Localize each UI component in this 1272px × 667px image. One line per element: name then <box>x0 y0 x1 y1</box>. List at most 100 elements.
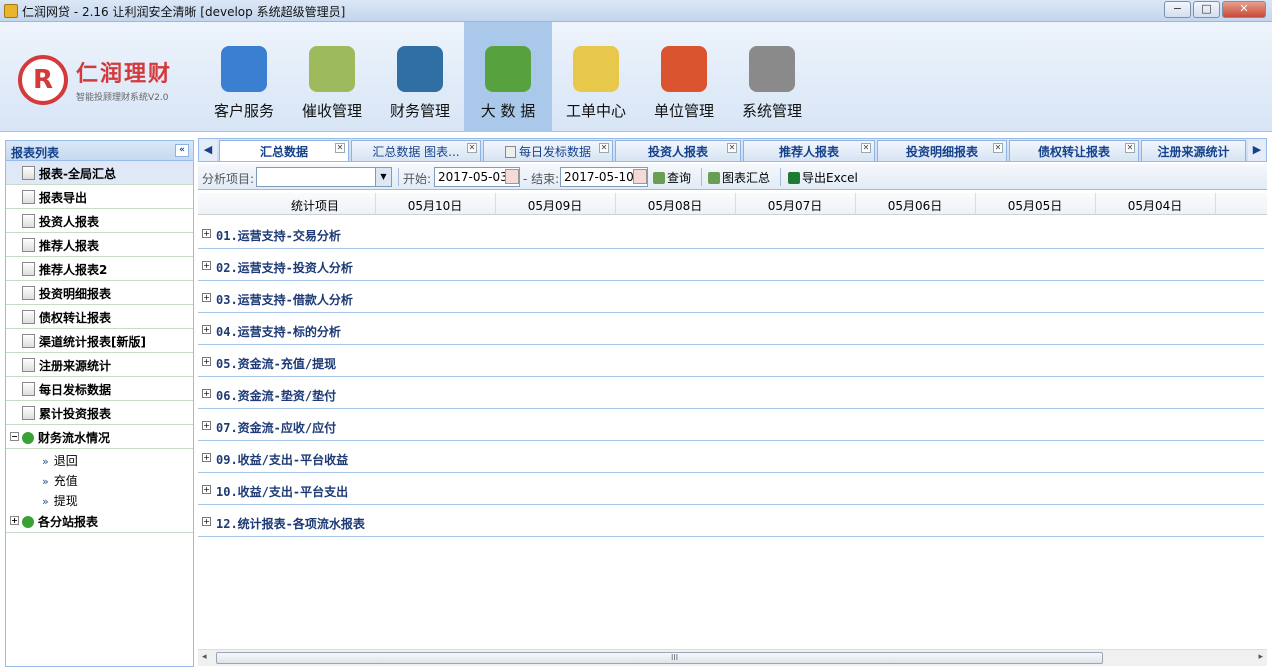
nav-item-6[interactable]: 系统管理 <box>728 22 816 132</box>
calendar-icon[interactable] <box>633 169 647 184</box>
search-icon <box>653 172 665 184</box>
column-header[interactable]: 05月06日 <box>855 197 975 214</box>
export-excel-label: 导出Excel <box>802 171 858 185</box>
column-header[interactable]: 05月10日 <box>375 197 495 214</box>
end-date-field[interactable]: 2017-05-10 <box>560 167 648 187</box>
nav-item-5[interactable]: 单位管理 <box>640 22 728 132</box>
column-header[interactable]: 05 <box>1215 197 1267 211</box>
tree-folder-branch-reports[interactable]: + 各分站报表 <box>6 509 193 533</box>
expand-icon[interactable]: + <box>202 325 211 334</box>
table-row[interactable]: +10.收益/支出-平台支出 <box>198 473 1264 505</box>
grip-icon: III <box>671 653 679 662</box>
double-arrow-icon: » <box>42 475 49 488</box>
report-doc-icon <box>22 214 35 228</box>
tree-item-report[interactable]: 累计投资报表 <box>6 401 193 425</box>
expand-icon[interactable]: + <box>202 453 211 462</box>
expand-icon[interactable]: + <box>202 293 211 302</box>
collapse-sidebar-button[interactable]: « <box>175 144 189 157</box>
tree-item-report[interactable]: 报表-全局汇总 <box>6 161 193 185</box>
table-row[interactable]: +04.运营支持-标的分析 <box>198 313 1264 345</box>
tab-report[interactable]: 汇总数据 图表... ✕ <box>351 140 481 161</box>
tree-item-report[interactable]: 每日发标数据 <box>6 377 193 401</box>
close-tab-icon[interactable]: ✕ <box>727 143 737 153</box>
tab-report[interactable]: 投资明细报表 ✕ <box>877 140 1007 161</box>
expand-icon[interactable]: + <box>202 421 211 430</box>
maximize-button[interactable]: □ <box>1193 1 1220 18</box>
tree-subitem[interactable]: » 提现 <box>6 489 193 509</box>
expand-icon[interactable]: + <box>202 261 211 270</box>
close-tab-icon[interactable]: ✕ <box>467 143 477 153</box>
nav-item-2[interactable]: 财务管理 <box>376 22 464 132</box>
scroll-left-icon[interactable]: ◂ <box>202 652 207 662</box>
tab-scroll-right-icon[interactable]: ▶ <box>1248 139 1266 161</box>
chart-summary-button[interactable]: 图表汇总 <box>708 169 770 186</box>
close-tab-icon[interactable]: ✕ <box>335 143 345 153</box>
table-row[interactable]: +02.运营支持-投资人分析 <box>198 249 1264 281</box>
expand-icon[interactable]: + <box>202 517 211 526</box>
expand-toggle-icon[interactable]: + <box>10 516 19 525</box>
horizontal-scrollbar[interactable]: ◂ III ▸ <box>198 649 1267 666</box>
tree-subitem[interactable]: » 退回 <box>6 449 193 469</box>
close-button[interactable]: ✕ <box>1222 1 1266 18</box>
tree-item-report[interactable]: 债权转让报表 <box>6 305 193 329</box>
start-date-field[interactable]: 2017-05-03 <box>434 167 520 187</box>
tab-report[interactable]: 每日发标数据 ✕ <box>483 140 613 161</box>
window-title: 仁润网贷 - 2.16 让利润安全清晰 [develop 系统超级管理员] <box>22 5 346 19</box>
column-header[interactable]: 05月07日 <box>735 197 855 214</box>
tab-label: 债权转让报表 <box>1037 145 1110 159</box>
nav-item-4[interactable]: 工单中心 <box>552 22 640 132</box>
table-row[interactable]: +03.运营支持-借款人分析 <box>198 281 1264 313</box>
column-header[interactable]: 05月08日 <box>615 197 735 214</box>
chevron-down-icon[interactable]: ▼ <box>375 168 391 186</box>
close-tab-icon[interactable]: ✕ <box>599 143 609 153</box>
nav-item-1[interactable]: 催收管理 <box>288 22 376 132</box>
close-tab-icon[interactable]: ✕ <box>993 143 1003 153</box>
expand-icon[interactable]: + <box>202 229 211 238</box>
close-tab-icon[interactable]: ✕ <box>861 143 871 153</box>
table-row[interactable]: +05.资金流-充值/提现 <box>198 345 1264 377</box>
export-excel-button[interactable]: 导出Excel <box>788 169 858 186</box>
table-row[interactable]: +07.资金流-应收/应付 <box>198 409 1264 441</box>
table-row[interactable]: +06.资金流-垫资/垫付 <box>198 377 1264 409</box>
expand-icon[interactable]: + <box>202 389 211 398</box>
scroll-right-icon[interactable]: ▸ <box>1258 652 1263 662</box>
collapse-toggle-icon[interactable]: − <box>10 432 19 441</box>
tree-folder-finance-flow[interactable]: − 财务流水情况 <box>6 425 193 449</box>
table-row[interactable]: +12.统计报表-各项流水报表 <box>198 505 1264 537</box>
table-row[interactable]: +01.运营支持-交易分析 <box>198 217 1264 249</box>
calendar-icon[interactable] <box>505 169 519 184</box>
column-header[interactable]: 统计项目 <box>255 197 375 214</box>
tree-item-report[interactable]: 投资明细报表 <box>6 281 193 305</box>
tree-item-label: 债权转让报表 <box>39 311 112 325</box>
nav-item-0[interactable]: 客户服务 <box>200 22 288 132</box>
logo-icon <box>18 55 68 105</box>
scrollbar-thumb[interactable]: III <box>216 652 1103 664</box>
tree-subitem[interactable]: » 充值 <box>6 469 193 489</box>
tab-report[interactable]: 债权转让报表 ✕ <box>1009 140 1139 161</box>
tree-item-report[interactable]: 注册来源统计 <box>6 353 193 377</box>
tree-item-report[interactable]: 推荐人报表2 <box>6 257 193 281</box>
tree-item-report[interactable]: 推荐人报表 <box>6 233 193 257</box>
row-title: 03.运营支持-借款人分析 <box>216 293 353 307</box>
tab-scroll-left-icon[interactable]: ◀ <box>199 139 217 161</box>
tree-subitem-label: 提现 <box>53 494 78 508</box>
tree-item-report[interactable]: 渠道统计报表[新版] <box>6 329 193 353</box>
tab-report[interactable]: 推荐人报表 ✕ <box>743 140 875 161</box>
table-row[interactable]: +09.收益/支出-平台收益 <box>198 441 1264 473</box>
column-header[interactable]: 05月09日 <box>495 197 615 214</box>
tree-item-report[interactable]: 投资人报表 <box>6 209 193 233</box>
nav-item-3[interactable]: 大 数 据 <box>464 22 552 132</box>
expand-icon[interactable]: + <box>202 357 211 366</box>
report-doc-icon <box>22 334 35 348</box>
tab-report[interactable]: 汇总数据 ✕ <box>219 140 349 161</box>
tree-item-report[interactable]: 报表导出 <box>6 185 193 209</box>
close-tab-icon[interactable]: ✕ <box>1125 143 1135 153</box>
column-header[interactable]: 05月05日 <box>975 197 1095 214</box>
tab-report[interactable]: 注册来源统计 <box>1141 140 1246 161</box>
analysis-select[interactable]: ▼ <box>256 167 392 187</box>
expand-icon[interactable]: + <box>202 485 211 494</box>
query-button[interactable]: 查询 <box>653 169 691 186</box>
column-header[interactable]: 05月04日 <box>1095 197 1215 214</box>
minimize-button[interactable]: − <box>1164 1 1191 18</box>
tab-report[interactable]: 投资人报表 ✕ <box>615 140 741 161</box>
